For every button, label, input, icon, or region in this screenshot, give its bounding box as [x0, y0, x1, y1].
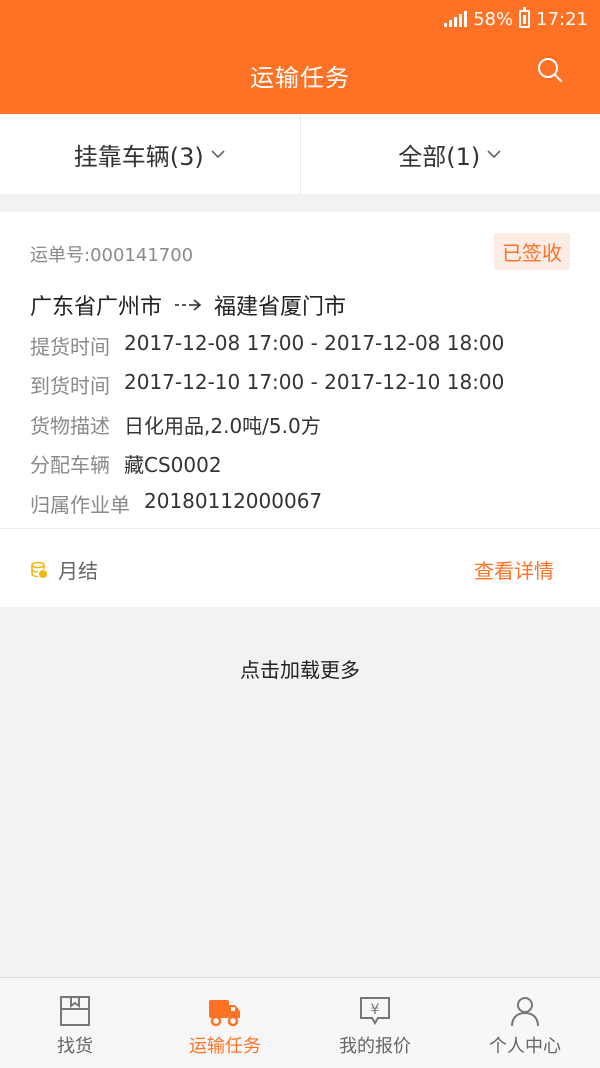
work-order-value: 20180112000067	[144, 489, 322, 518]
clock: 17:21	[536, 9, 588, 30]
view-details-link[interactable]: 查看详情	[474, 555, 554, 584]
filter-status-label: 全部(1)	[398, 137, 480, 172]
nav-profile[interactable]: 个人中心	[450, 978, 600, 1068]
battery-percent: 58%	[473, 9, 513, 30]
filter-bar: 挂靠车辆(3) 全部(1)	[0, 114, 600, 194]
quote-icon: ¥	[358, 994, 392, 1028]
truck-icon	[208, 994, 242, 1028]
pickup-time-row: 提货时间 2017-12-08 17:00 - 2017-12-08 18:00	[30, 331, 504, 360]
route-destination: 福建省厦门市	[214, 289, 346, 321]
signal-icon	[444, 11, 467, 27]
nav-find-cargo-label: 找货	[57, 1032, 93, 1058]
vehicle-value: 藏CS0002	[124, 449, 222, 478]
load-more-button[interactable]: 点击加载更多	[0, 654, 600, 683]
battery-icon	[519, 10, 530, 28]
nav-transport-tasks-label: 运输任务	[189, 1032, 261, 1058]
work-order-row: 归属作业单 20180112000067	[30, 489, 322, 518]
chevron-down-icon	[486, 146, 502, 162]
filter-vehicles-dropdown[interactable]: 挂靠车辆(3)	[0, 114, 300, 194]
chevron-down-icon	[210, 146, 226, 162]
box-icon	[58, 994, 92, 1028]
vehicle-label: 分配车辆	[30, 449, 110, 478]
user-icon	[508, 994, 542, 1028]
payment-method: 月结	[30, 555, 98, 584]
arrow-right-icon	[174, 298, 202, 312]
bottom-nav: 找货 运输任务 ¥ 我的报价 个人中心	[0, 977, 600, 1068]
pickup-time-value: 2017-12-08 17:00 - 2017-12-08 18:00	[124, 331, 504, 360]
filter-status-dropdown[interactable]: 全部(1)	[301, 114, 600, 194]
arrival-time-value: 2017-12-10 17:00 - 2017-12-10 18:00	[124, 370, 504, 399]
pickup-time-label: 提货时间	[30, 331, 110, 360]
arrival-time-row: 到货时间 2017-12-10 17:00 - 2017-12-10 18:00	[30, 370, 504, 399]
app-header: 58% 17:21 运输任务	[0, 0, 600, 114]
card-divider	[0, 528, 600, 529]
svg-text:¥: ¥	[371, 1002, 380, 1018]
nav-profile-label: 个人中心	[489, 1032, 561, 1058]
status-badge: 已签收	[494, 233, 570, 270]
arrival-time-label: 到货时间	[30, 370, 110, 399]
filter-vehicles-label: 挂靠车辆(3)	[74, 137, 204, 172]
route: 广东省广州市 福建省厦门市	[30, 289, 346, 321]
route-origin: 广东省广州市	[30, 289, 162, 321]
nav-transport-tasks[interactable]: 运输任务	[150, 978, 300, 1068]
nav-my-quotes[interactable]: ¥ 我的报价	[300, 978, 450, 1068]
status-bar: 58% 17:21	[444, 6, 588, 32]
vehicle-row: 分配车辆 藏CS0002	[30, 449, 222, 478]
cargo-row: 货物描述 日化用品,2.0吨/5.0方	[30, 410, 321, 439]
search-icon[interactable]	[534, 55, 566, 87]
payment-label: 月结	[58, 555, 98, 584]
nav-find-cargo[interactable]: 找货	[0, 978, 150, 1068]
cargo-label: 货物描述	[30, 410, 110, 439]
page-title: 运输任务	[0, 58, 600, 93]
cargo-value: 日化用品,2.0吨/5.0方	[124, 410, 321, 439]
nav-my-quotes-label: 我的报价	[339, 1032, 411, 1058]
coins-icon	[30, 561, 48, 579]
work-order-label: 归属作业单	[30, 489, 130, 518]
order-number: 运单号:000141700	[30, 241, 193, 267]
